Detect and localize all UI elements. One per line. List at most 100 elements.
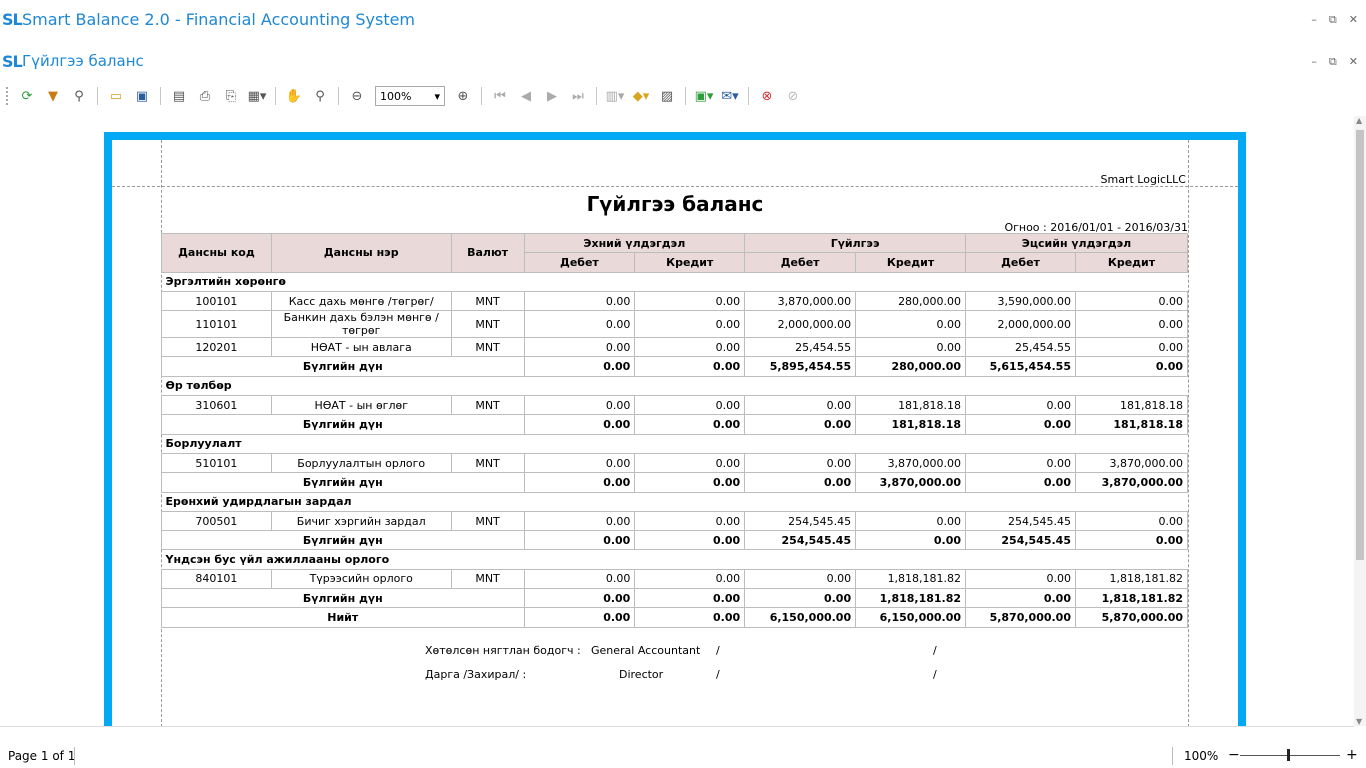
scroll-up-icon[interactable]: ▲ [1356, 116, 1362, 125]
close-preview-icon[interactable]: ⊗ [755, 85, 779, 107]
amount-cell: 254,545.45 [744, 510, 857, 532]
group-total-cell: 181,818.18 [1074, 414, 1189, 435]
amount-cell: 0.00 [1074, 290, 1189, 312]
group-total-cell: 1,818,181.82 [855, 588, 967, 609]
col-header-debit: Дебет [965, 252, 1076, 273]
company-name: Smart LogicLLC [1100, 173, 1186, 186]
filter-icon[interactable]: ▼ [41, 85, 65, 107]
amount-cell: 0.00 [855, 337, 967, 358]
account-name: Касс дахь мөнгө /төгрөг/ [270, 290, 452, 312]
amount-cell: 0.00 [965, 395, 1076, 416]
amount-cell: 0.00 [965, 452, 1076, 474]
doc-close-button[interactable]: ✕ [1349, 55, 1358, 69]
grand-total-label: Нийт [161, 607, 525, 628]
watermark-icon[interactable]: ▨ [655, 85, 679, 107]
horizontal-scrollbar[interactable] [0, 726, 1354, 740]
zoom-out-icon[interactable]: ⊖ [345, 85, 369, 107]
margin-guide [1188, 140, 1189, 726]
vertical-scrollbar[interactable]: ▲ ▼ [1354, 116, 1366, 726]
account-code: 100101 [161, 290, 272, 312]
zoom-plus-button[interactable]: + [1346, 747, 1358, 763]
amount-cell: 181,818.18 [855, 395, 967, 416]
scroll-down-icon[interactable]: ▼ [1356, 717, 1362, 726]
scroll-thumb[interactable] [1356, 130, 1364, 560]
save-icon[interactable]: ▣ [130, 85, 154, 107]
grand-total-cell: 0.00 [523, 607, 636, 628]
group-total-cell: 0.00 [634, 530, 746, 551]
group-total-row: Бүлгийн дүн 0.00 0.00 0.00 1,818,181.82 0.00 1… [161, 588, 1189, 609]
trial-balance-table: Дансны код Дансны нэр Валют Эхний үлдэгд… [161, 232, 1189, 628]
hand-tool-icon[interactable]: ✋ [282, 85, 306, 107]
zoom-minus-button[interactable]: − [1228, 747, 1240, 763]
amount-cell: 25,454.55 [965, 337, 1076, 358]
amount-cell: 2,000,000.00 [744, 310, 857, 339]
zoom-in-icon[interactable]: ⊕ [451, 85, 475, 107]
magnifier-icon[interactable]: ⚲ [308, 85, 332, 107]
section-row: Үндсэн бус үйл ажиллааны орлого [161, 549, 1188, 570]
section-title: Эргэлтийн хөрөнгө [161, 271, 1188, 292]
account-code: 310601 [161, 395, 272, 416]
group-total-cell: 254,545.45 [744, 530, 857, 551]
quick-print-icon[interactable]: ⎘ [219, 85, 243, 107]
col-header-debit: Дебет [744, 252, 857, 273]
col-header-name: Дансны нэр [270, 233, 452, 273]
group-total-cell: 3,870,000.00 [1074, 472, 1189, 493]
close-button[interactable]: ✕ [1349, 13, 1358, 27]
open-icon[interactable]: ▭ [104, 85, 128, 107]
export-file-icon[interactable]: ▣▾ [692, 85, 716, 107]
restore-button[interactable]: ⧉ [1329, 13, 1337, 27]
export-icon[interactable]: ▦▾ [245, 85, 269, 107]
account-name: НӨАТ - ын авлага [270, 337, 452, 358]
print-icon[interactable]: ⎙ [193, 85, 217, 107]
group-total-cell: 0.00 [523, 414, 636, 435]
group-total-cell: 1,818,181.82 [1074, 588, 1189, 609]
group-total-cell: 0.00 [634, 588, 746, 609]
next-page-icon[interactable]: ▶ [540, 85, 564, 107]
amount-cell: 0.00 [523, 310, 636, 339]
section-title: Ерөнхий удирдлагын зардал [161, 491, 1188, 512]
section-row: Ерөнхий удирдлагын зардал [161, 491, 1188, 512]
preview-toolbar: ⟳ ▼ ⚲ ▭ ▣ ▤ ⎙ ⎘ ▦▾ ✋ ⚲ ⊖ 100% ▾ ⊕ ⏮ ◀ ▶ … [4, 84, 805, 108]
group-total-cell: 0.00 [1074, 530, 1189, 551]
col-header-credit: Кредит [1074, 252, 1189, 273]
zoom-slider-knob[interactable] [1287, 749, 1290, 761]
col-header-currency: Валют [450, 233, 525, 273]
currency: MNT [450, 452, 525, 474]
find-icon[interactable]: ⚲ [67, 85, 91, 107]
currency: MNT [450, 337, 525, 358]
group-total-row: Бүлгийн дүн 0.00 0.00 254,545.45 0.00 254,545… [161, 530, 1189, 551]
multi-page-icon[interactable]: ▥▾ [603, 85, 627, 107]
section-row: Борлуулалт [161, 433, 1188, 454]
chevron-down-icon: ▾ [434, 89, 440, 103]
doc-restore-button[interactable]: ⧉ [1329, 55, 1337, 69]
amount-cell: 0.00 [634, 310, 746, 339]
last-page-icon[interactable]: ⏭ [566, 85, 590, 107]
zoom-select[interactable]: 100% ▾ [375, 86, 445, 106]
section-title: Өр төлбөр [161, 375, 1188, 397]
grand-total-cell: 0.00 [634, 607, 746, 628]
prev-page-icon[interactable]: ◀ [514, 85, 538, 107]
table-row: 700501 Бичиг хэргийн зардал MNT 0.00 0.00 254… [161, 510, 1189, 532]
col-header-credit: Кредит [855, 252, 967, 273]
doc-minimize-button[interactable]: – [1311, 55, 1317, 69]
first-page-icon[interactable]: ⏮ [488, 85, 512, 107]
page-setup-icon[interactable]: ▤ [167, 85, 191, 107]
amount-cell: 0.00 [1074, 510, 1189, 532]
app-title: Smart Balance 2.0 - Financial Accounting… [22, 10, 416, 29]
zoom-slider-track[interactable] [1240, 755, 1340, 756]
col-header-debit: Дебет [523, 252, 636, 273]
preview-viewport[interactable]: Smart LogicLLC Гүйлгээ баланс Огноо : 20… [0, 116, 1354, 726]
email-icon[interactable]: ✉▾ [718, 85, 742, 107]
page-indicator: Page 1 of 1 [8, 749, 76, 763]
section-title: Борлуулалт [161, 433, 1188, 454]
toolbar-grip[interactable] [6, 87, 9, 105]
amount-cell: 25,454.55 [744, 337, 857, 358]
amount-cell: 0.00 [634, 395, 746, 416]
group-total-cell: 3,870,000.00 [855, 472, 967, 493]
minimize-button[interactable]: – [1311, 13, 1317, 27]
zoom-value: 100% [380, 89, 412, 103]
group-total-cell: 254,545.45 [965, 530, 1076, 551]
color-icon[interactable]: ◆▾ [629, 85, 653, 107]
stop-icon[interactable]: ⊘ [781, 85, 805, 107]
refresh-icon[interactable]: ⟳ [15, 85, 39, 107]
